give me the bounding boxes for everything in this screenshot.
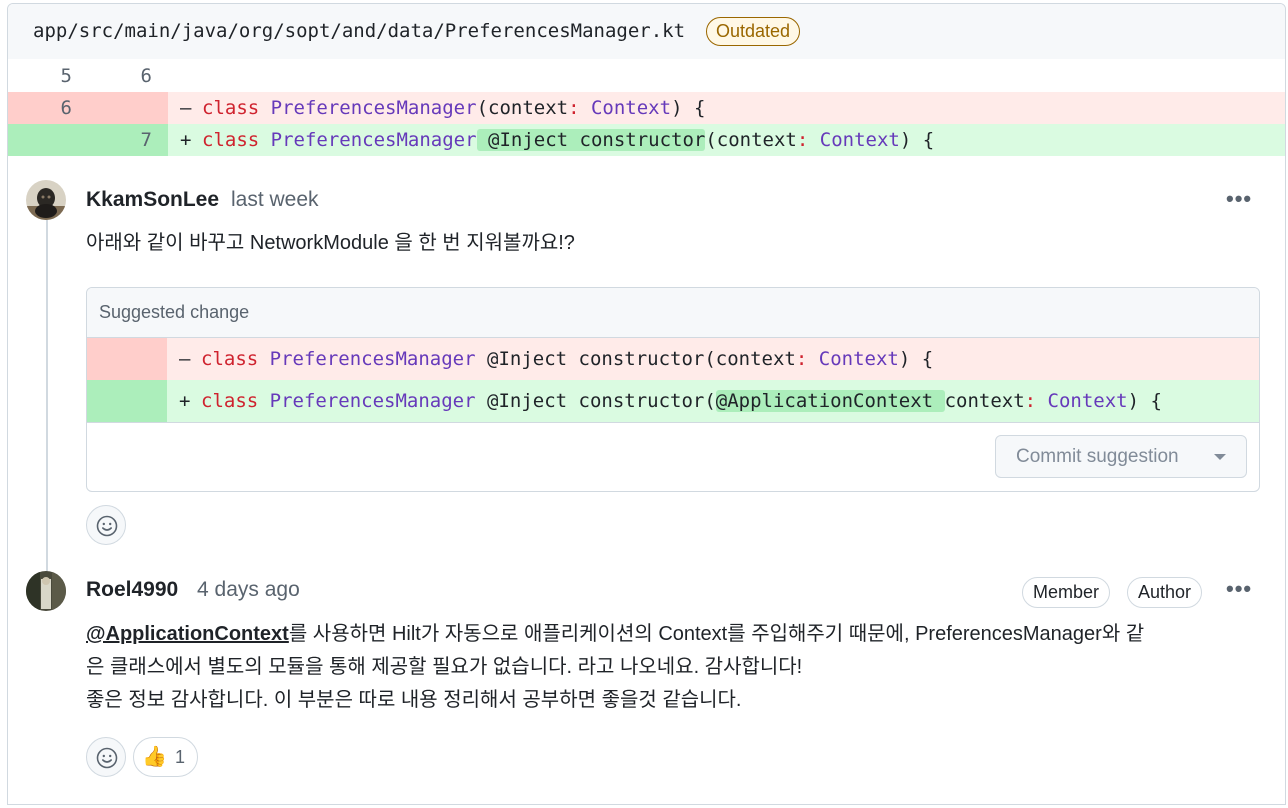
file-header: app/src/main/java/org/sopt/and/data/Pref… — [8, 4, 1285, 59]
comment-author[interactable]: Roel4990 — [86, 578, 178, 602]
addition-gutter — [87, 380, 167, 422]
author-badge: Author — [1127, 577, 1203, 608]
mention-link[interactable]: @ApplicationContext — [86, 623, 289, 645]
avatar[interactable] — [26, 571, 66, 611]
avatar[interactable] — [26, 180, 66, 220]
diff-addition-row: 7 + class PreferencesManager @Inject cons… — [8, 124, 1285, 156]
deleted-code: – class PreferencesManager(context: Conte… — [180, 97, 706, 119]
suggested-change-header: Suggested change — [87, 288, 1259, 338]
diff-context-row: 5 6 — [8, 60, 1285, 92]
smiley-icon — [96, 747, 118, 769]
comment-line: @ApplicationContext를 사용하면 Hilt가 자동으로 애플리… — [86, 623, 1145, 645]
diff-deletion-row: 6 – class PreferencesManager(context: Con… — [8, 92, 1285, 124]
thumbs-up-reaction-button[interactable]: 👍 1 — [133, 737, 198, 777]
add-reaction-button[interactable] — [86, 737, 126, 777]
reaction-count: 1 — [175, 747, 186, 767]
comment-body: 아래와 같이 바꾸고 NetworkModule 을 한 번 지워볼까요!? — [86, 232, 575, 254]
add-reaction-button[interactable] — [86, 505, 126, 545]
comment-timestamp[interactable]: 4 days ago — [197, 578, 300, 602]
thread-connector-line — [46, 204, 48, 574]
thumbs-up-icon: 👍 — [142, 746, 167, 768]
commit-suggestion-label: Commit suggestion — [1016, 446, 1179, 467]
suggestion-deleted-code: – class PreferencesManager @Inject constr… — [179, 348, 934, 370]
suggested-change-title: Suggested change — [99, 302, 250, 322]
kebab-horizontal-icon[interactable]: ••• — [1226, 576, 1252, 602]
review-thread-card: app/src/main/java/org/sopt/and/data/Pref… — [7, 3, 1286, 805]
comment-line: 좋은 정보 감사합니다. 이 부분은 따로 내용 정리해서 공부하면 좋을것 같… — [86, 689, 742, 711]
comment-line: 은 클래스에서 별도의 모듈을 통해 제공할 필요가 없습니다. 라고 나오네요… — [86, 656, 803, 678]
kebab-horizontal-icon[interactable]: ••• — [1226, 186, 1252, 212]
divider — [87, 422, 1259, 423]
outdated-badge: Outdated — [706, 17, 801, 46]
suggestion-deletion-row: – class PreferencesManager @Inject constr… — [87, 338, 1259, 380]
file-path[interactable]: app/src/main/java/org/sopt/and/data/Pref… — [33, 20, 685, 42]
avatar-image-icon — [26, 180, 66, 220]
member-badge: Member — [1022, 577, 1111, 608]
suggested-change-box: Suggested change – class PreferencesManag… — [86, 287, 1260, 492]
comment-timestamp[interactable]: last week — [231, 188, 319, 212]
old-line-number[interactable]: 5 — [32, 60, 72, 92]
suggestion-added-code: + class PreferencesManager @Inject constr… — [179, 390, 1162, 412]
new-line-number[interactable]: 7 — [112, 124, 152, 156]
suggestion-addition-row: + class PreferencesManager @Inject constr… — [87, 380, 1259, 422]
comment-body: @ApplicationContext를 사용하면 Hilt가 자동으로 애플리… — [86, 618, 1266, 717]
commit-suggestion-button[interactable]: Commit suggestion — [995, 435, 1247, 478]
triangle-down-icon — [1214, 454, 1226, 460]
avatar-image-icon — [26, 571, 66, 611]
new-line-number[interactable]: 6 — [112, 60, 152, 92]
old-line-number[interactable]: 6 — [32, 92, 72, 124]
smiley-icon — [96, 515, 118, 537]
comment-author[interactable]: KkamSonLee — [86, 188, 219, 212]
deletion-gutter — [87, 338, 167, 380]
added-code: + class PreferencesManager @Inject constr… — [180, 129, 935, 151]
